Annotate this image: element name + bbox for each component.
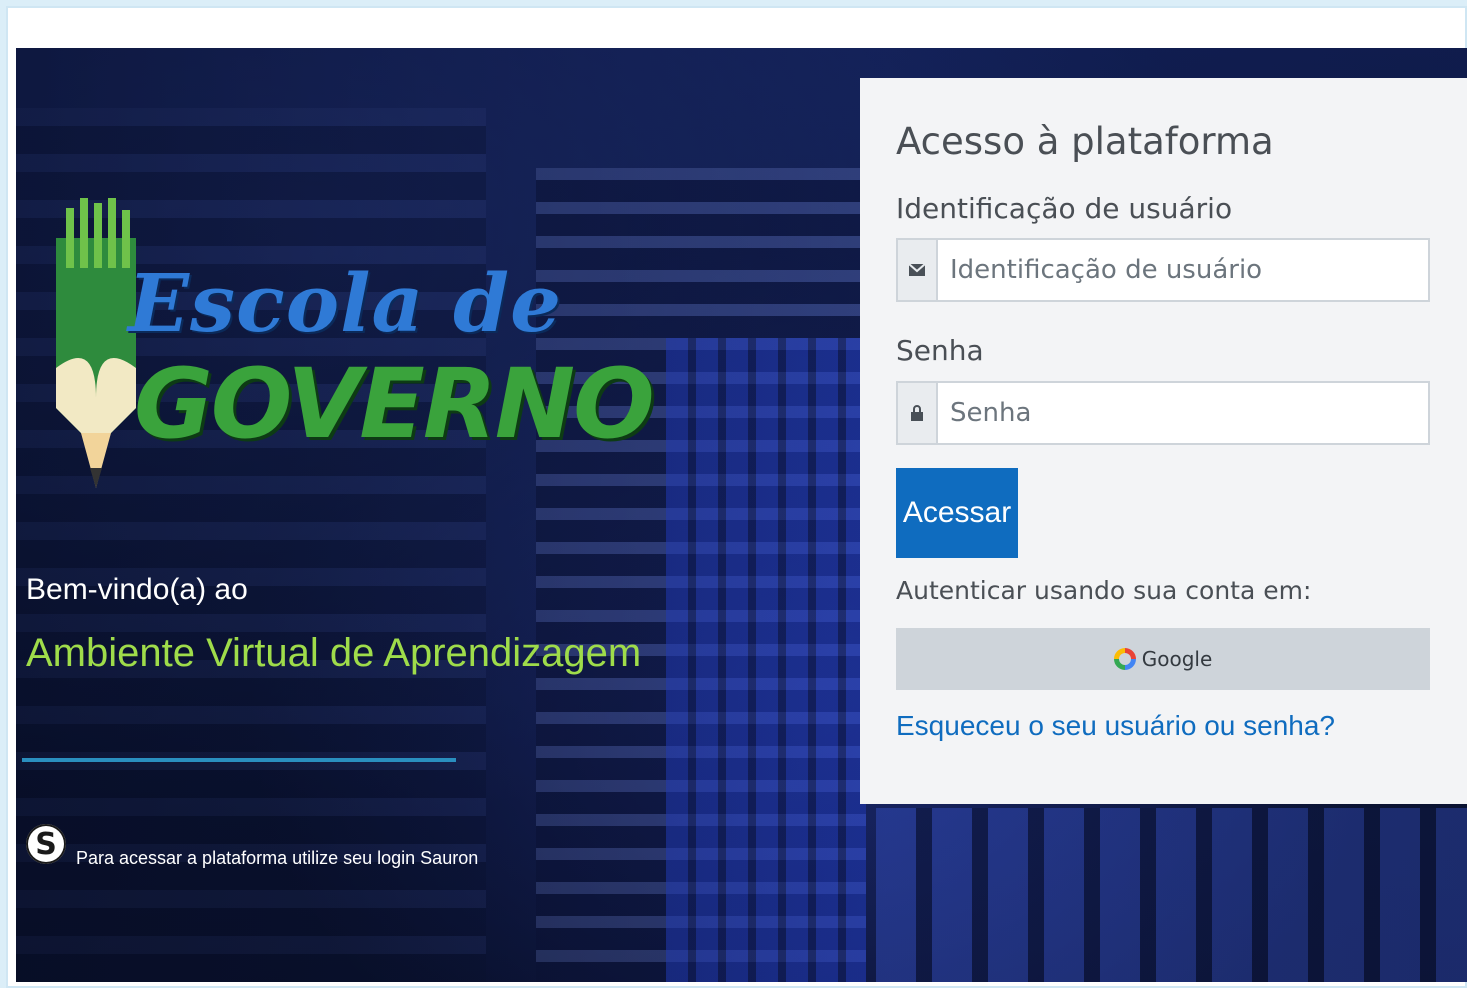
google-label: Google (1141, 647, 1213, 671)
auth-with-label: Autenticar usando sua conta em: (896, 576, 1312, 605)
divider-line (22, 758, 456, 762)
envelope-icon (898, 240, 938, 300)
login-button[interactable]: Acessar (896, 468, 1018, 558)
google-login-button[interactable]: Google (896, 628, 1430, 690)
google-icon (1113, 648, 1136, 670)
login-title: Acesso à plataforma (896, 120, 1274, 163)
lock-icon (898, 383, 938, 443)
username-input[interactable] (938, 240, 1428, 300)
logo-line1: Escola de (128, 256, 562, 350)
password-input[interactable] (938, 383, 1428, 443)
password-field-group (896, 381, 1430, 445)
login-background: Escola de GOVERNO Bem-vindo(a) ao Ambien… (16, 48, 1467, 982)
sauron-hint: Para acessar a plataforma utilize seu lo… (76, 848, 479, 868)
password-label: Senha (896, 334, 984, 367)
username-field-group (896, 238, 1430, 302)
username-label: Identificação de usuário (896, 192, 1233, 225)
login-card: Acesso à plataforma Identificação de usu… (860, 78, 1467, 804)
forgot-password-link[interactable]: Esqueceu o seu usuário ou senha? (896, 710, 1335, 742)
ava-title: Ambiente Virtual de Aprendizagem (26, 631, 642, 675)
sauron-logo-icon: S (26, 824, 66, 864)
logo-line2: GOVERNO (134, 348, 655, 460)
welcome-text: Bem-vindo(a) ao (26, 573, 248, 606)
